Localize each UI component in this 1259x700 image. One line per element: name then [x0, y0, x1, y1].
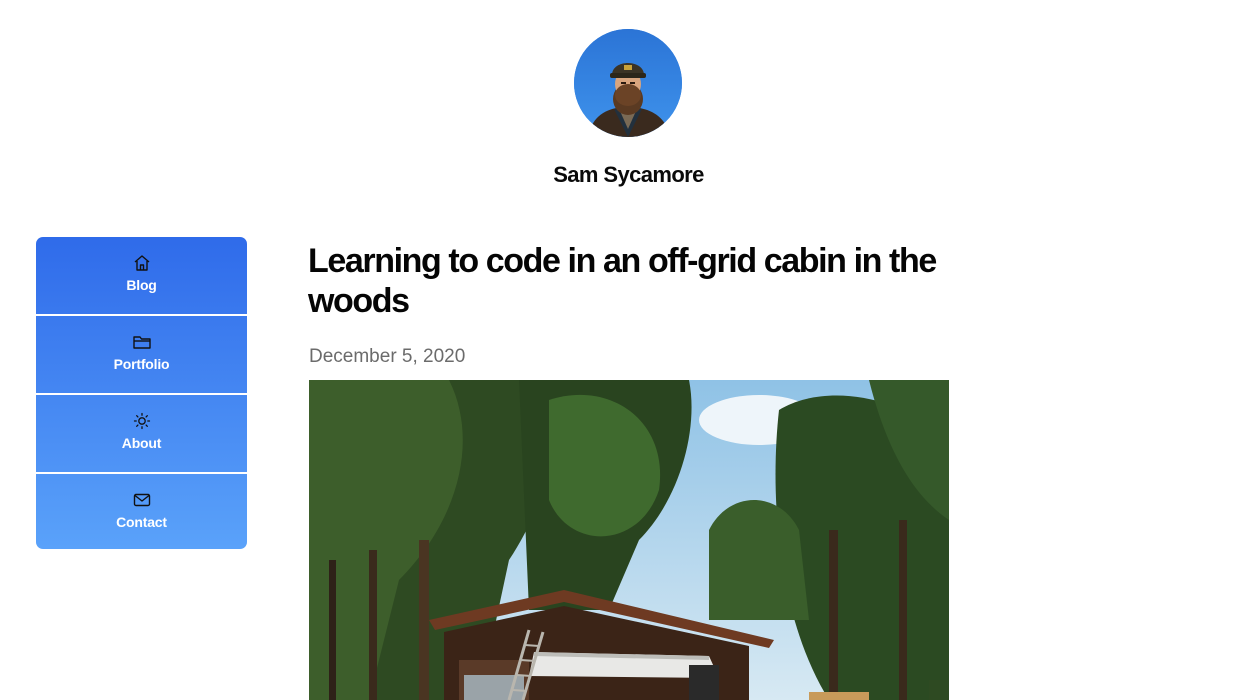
site-name[interactable]: Sam Sycamore	[0, 162, 1257, 188]
post-title[interactable]: Learning to code in an off-grid cabin in…	[308, 241, 948, 321]
nav-label-portfolio: Portfolio	[113, 356, 170, 372]
sidebar-nav: Blog Portfolio About Contact	[36, 237, 247, 549]
folder-icon	[132, 336, 151, 349]
nav-item-portfolio[interactable]: Portfolio	[36, 316, 247, 395]
home-icon	[134, 255, 149, 271]
post-hero-image	[309, 380, 949, 700]
sun-icon	[133, 412, 150, 430]
avatar[interactable]	[574, 29, 682, 137]
nav-label-about: About	[121, 435, 162, 451]
avatar-photo	[574, 29, 682, 137]
mail-icon	[133, 493, 150, 507]
nav-item-contact[interactable]: Contact	[36, 474, 247, 549]
page: Sam Sycamore Blog Portfolio About Contac…	[0, 0, 1259, 700]
nav-label-blog: Blog	[126, 277, 157, 293]
cabin-photo	[309, 380, 949, 700]
nav-item-blog[interactable]: Blog	[36, 237, 247, 316]
nav-label-contact: Contact	[116, 514, 167, 530]
post-date: December 5, 2020	[309, 346, 466, 367]
nav-item-about[interactable]: About	[36, 395, 247, 474]
